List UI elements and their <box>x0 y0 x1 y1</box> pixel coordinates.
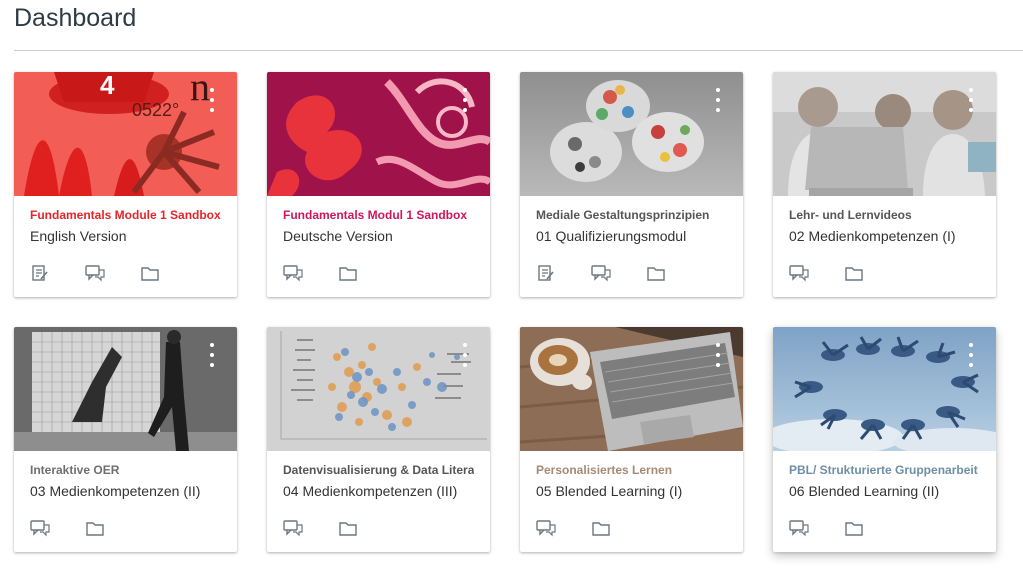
girls-with-laptop-photo <box>773 72 996 196</box>
card-options-icon[interactable] <box>711 88 725 112</box>
course-card-image[interactable] <box>773 327 996 451</box>
files-icon[interactable] <box>336 263 360 283</box>
card-options-icon[interactable] <box>711 343 725 367</box>
page-title: Dashboard <box>14 4 137 32</box>
course-card-image[interactable] <box>520 327 743 451</box>
files-icon[interactable] <box>842 263 866 283</box>
course-card-image[interactable] <box>267 327 490 451</box>
files-icon[interactable] <box>83 518 107 538</box>
course-term: 06 Blended Learning (II) <box>789 483 940 499</box>
discussions-icon[interactable] <box>787 518 811 538</box>
course-term: 04 Medienkompetenzen (III) <box>283 483 458 499</box>
course-card-image[interactable]: 4 0522° n <box>14 72 237 196</box>
discussions-icon[interactable] <box>534 518 558 538</box>
title-divider <box>14 50 1023 51</box>
card-actions <box>281 263 391 283</box>
card-actions <box>28 263 193 283</box>
course-name[interactable]: Personalisiertes Lernen <box>536 463 727 478</box>
course-name[interactable]: Fundamentals Modul 1 Sandbox <box>283 208 474 223</box>
course-term: Deutsche Version <box>283 228 393 244</box>
course-card[interactable]: PBL/ Strukturierte Gruppenarbeit 06 Blen… <box>773 327 996 552</box>
discussions-icon[interactable] <box>83 263 107 283</box>
assignments-icon[interactable] <box>534 263 558 283</box>
card-options-icon[interactable] <box>205 88 219 112</box>
red-abstract-illustration: 4 0522° n <box>14 72 237 196</box>
card-actions <box>534 518 644 538</box>
discussions-icon[interactable] <box>589 263 613 283</box>
course-card-image[interactable] <box>773 72 996 196</box>
pixel-wall-photo <box>14 327 237 451</box>
course-term: English Version <box>30 228 127 244</box>
course-card[interactable]: Datenvisualisierung & Data Literacy 04 M… <box>267 327 490 552</box>
course-term: 05 Blended Learning (I) <box>536 483 683 499</box>
card-options-icon[interactable] <box>964 88 978 112</box>
course-card-image[interactable] <box>14 327 237 451</box>
card-actions <box>534 263 699 283</box>
files-icon[interactable] <box>842 518 866 538</box>
card-options-icon[interactable] <box>205 343 219 367</box>
course-term: 02 Medienkompetenzen (I) <box>789 228 956 244</box>
course-card-image[interactable] <box>267 72 490 196</box>
course-card[interactable]: 4 0522° n Fundamentals Module 1 Sandbox … <box>14 72 237 297</box>
card-options-icon[interactable] <box>458 88 472 112</box>
course-card[interactable]: Lehr- und Lernvideos 02 Medienkompetenze… <box>773 72 996 297</box>
card-actions <box>787 518 897 538</box>
course-name[interactable]: Datenvisualisierung & Data Literacy <box>283 463 474 478</box>
files-icon[interactable] <box>589 518 613 538</box>
discussions-icon[interactable] <box>281 518 305 538</box>
card-actions <box>281 518 391 538</box>
course-name[interactable]: Fundamentals Module 1 Sandbox <box>30 208 221 223</box>
card-actions <box>28 518 138 538</box>
course-term: 01 Qualifizierungsmodul <box>536 228 687 244</box>
discussions-icon[interactable] <box>28 518 52 538</box>
scatter-plot-image <box>267 327 490 451</box>
dotted-eggs-photo <box>520 72 743 196</box>
magenta-abstract-illustration <box>267 72 490 196</box>
image-text-number: 0522° <box>132 100 179 120</box>
course-name[interactable]: PBL/ Strukturierte Gruppenarbeit <box>789 463 980 478</box>
course-name[interactable]: Lehr- und Lernvideos <box>789 208 980 223</box>
course-card[interactable]: Fundamentals Modul 1 Sandbox Deutsche Ve… <box>267 72 490 297</box>
files-icon[interactable] <box>336 518 360 538</box>
card-options-icon[interactable] <box>458 343 472 367</box>
course-name[interactable]: Mediale Gestaltungsprinzipien <box>536 208 727 223</box>
course-term: 03 Medienkompetenzen (II) <box>30 483 201 499</box>
card-actions <box>787 263 897 283</box>
course-card[interactable]: Personalisiertes Lernen 05 Blended Learn… <box>520 327 743 552</box>
image-text-four: 4 <box>100 72 115 100</box>
course-card[interactable]: Mediale Gestaltungsprinzipien 01 Qualifi… <box>520 72 743 297</box>
discussions-icon[interactable] <box>787 263 811 283</box>
files-icon[interactable] <box>644 263 668 283</box>
course-name[interactable]: Interaktive OER <box>30 463 221 478</box>
skydivers-photo <box>773 327 996 451</box>
assignments-icon[interactable] <box>28 263 52 283</box>
course-card-grid: 4 0522° n Fundamentals Module 1 Sandbox … <box>14 72 996 552</box>
course-card-image[interactable] <box>520 72 743 196</box>
coffee-laptop-photo <box>520 327 743 451</box>
files-icon[interactable] <box>138 263 162 283</box>
discussions-icon[interactable] <box>281 263 305 283</box>
card-options-icon[interactable] <box>964 343 978 367</box>
course-card[interactable]: Interaktive OER 03 Medienkompetenzen (II… <box>14 327 237 552</box>
